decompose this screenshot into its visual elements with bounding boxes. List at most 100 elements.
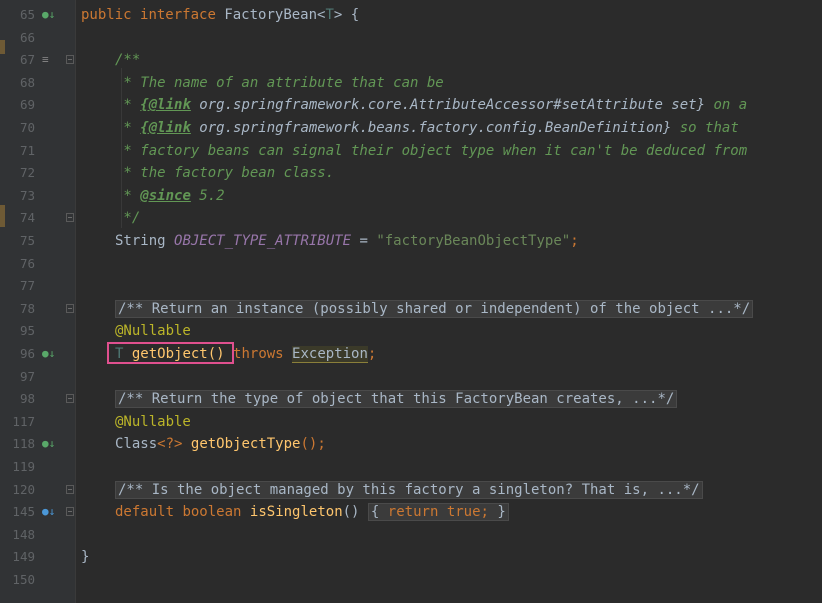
doc-comment: on a — [705, 97, 748, 114]
exception-type: Exception — [292, 346, 368, 363]
string-literal: "factoryBeanObjectType" — [376, 233, 571, 249]
interface-name: FactoryBean — [224, 7, 318, 23]
code-line: 68 * The name of an attribute that can b… — [0, 72, 822, 95]
code-line: 71 * factory beans can signal their obje… — [0, 140, 822, 163]
implemented-by-icon[interactable]: ●↓ — [42, 4, 55, 27]
code-line: 117 @Nullable — [0, 411, 822, 434]
line-number: 98 — [19, 391, 35, 407]
parens: (); — [300, 436, 326, 453]
keyword: public — [81, 7, 132, 23]
doc-comment: * factory beans can signal their object … — [115, 142, 748, 159]
folded-doc-comment[interactable]: /** Is the object managed by this factor… — [115, 480, 703, 499]
keyword: default — [115, 504, 175, 521]
overridden-by-icon[interactable]: ●↓ — [42, 501, 55, 524]
code-line: 67 ≡ /** — [0, 49, 822, 72]
line-number: 95 — [19, 323, 35, 339]
doc-star: * — [115, 97, 141, 114]
line-number: 68 — [19, 74, 35, 90]
highlight-box — [107, 342, 234, 364]
doc-comment: /** — [115, 52, 141, 69]
fold-toggle-icon[interactable] — [66, 394, 74, 404]
annotation: @Nullable — [115, 323, 191, 340]
generic: <?> — [157, 436, 183, 453]
code-line: 65 ●↓ public interface FactoryBean<T> { — [0, 4, 822, 27]
folded-doc-comment[interactable]: /** Return the type of object that this … — [115, 390, 678, 409]
code-line: 66 — [0, 27, 822, 50]
doc-comment: */ — [115, 210, 141, 227]
code-line: 75 String OBJECT_TYPE_ATTRIBUTE = "facto… — [0, 230, 822, 253]
doc-tag: {@link — [140, 97, 191, 114]
code-line: 118 ●↓ Class<?> getObjectType(); — [0, 433, 822, 456]
line-number: 74 — [19, 210, 35, 226]
doc-tag: {@link — [140, 120, 191, 136]
line-number: 69 — [19, 97, 35, 113]
code-line: 98 /** Return the type of object that th… — [0, 388, 822, 411]
semicolon: ; — [570, 233, 579, 249]
line-number: 120 — [12, 481, 35, 497]
line-number: 76 — [19, 255, 35, 271]
annotation: @Nullable — [115, 413, 191, 430]
code-line: 95 @Nullable — [0, 320, 822, 343]
line-number: 75 — [19, 233, 35, 248]
code-line: 97 — [0, 366, 822, 389]
code-line: 70 * {@link org.springframework.beans.fa… — [0, 117, 822, 140]
doc-star: * — [115, 187, 141, 204]
doc-tag: @since — [140, 187, 191, 204]
code-line: 120 /** Is the object managed by this fa… — [0, 479, 822, 502]
doc-comment: * the factory bean class. — [115, 165, 335, 182]
fold-toggle-icon[interactable] — [66, 507, 74, 517]
type-name: Class — [115, 436, 158, 453]
line-number: 70 — [19, 120, 35, 135]
code-line: 77 — [0, 275, 822, 298]
keyword: throws — [233, 346, 284, 362]
type-param: T — [325, 7, 334, 23]
code-line: 150 — [0, 569, 822, 592]
code-line: 145 ●↓ default boolean isSingleton() { r… — [0, 501, 822, 524]
folded-method-body[interactable]: { return true; } — [367, 503, 509, 522]
implemented-by-icon[interactable]: ●↓ — [42, 433, 55, 456]
method-name: getObjectType — [190, 436, 301, 453]
code-line: 73 * @since 5.2 — [0, 185, 822, 208]
line-number: 67 — [19, 52, 35, 68]
code-editor[interactable]: 65 ●↓ public interface FactoryBean<T> { … — [0, 0, 822, 603]
render-doc-icon[interactable]: ≡ — [42, 49, 49, 72]
line-number: 145 — [12, 504, 35, 520]
keyword: interface — [140, 7, 216, 23]
doc-comment: * The name of an attribute that can be — [115, 74, 444, 91]
code-line: 149 } — [0, 546, 822, 569]
semicolon: ; — [480, 504, 489, 521]
type-name: String — [115, 233, 166, 249]
line-number: 118 — [12, 436, 35, 452]
doc-star: * — [115, 120, 141, 136]
keyword: return — [387, 504, 439, 521]
line-number: 148 — [12, 526, 35, 542]
keyword: true — [446, 504, 481, 521]
doc-comment: so that — [671, 120, 739, 136]
brace: { — [342, 7, 360, 23]
fold-toggle-icon[interactable] — [66, 55, 74, 65]
code-line: 78 /** Return an instance (possibly shar… — [0, 298, 822, 321]
fold-toggle-icon[interactable] — [66, 303, 74, 313]
brace-close: } — [497, 504, 506, 521]
doc-ref[interactable]: org.springframework.beans.factory.config… — [191, 120, 671, 136]
fold-toggle-icon[interactable] — [66, 484, 74, 494]
line-number: 72 — [19, 165, 35, 181]
line-number: 150 — [12, 572, 35, 587]
fold-toggle-icon[interactable] — [66, 213, 74, 223]
code-line: 74 */ — [0, 207, 822, 230]
line-number: 97 — [19, 368, 35, 384]
doc-ref[interactable]: org.springframework.core.AttributeAccess… — [191, 97, 705, 113]
code-line: 76 — [0, 253, 822, 276]
field-name: OBJECT_TYPE_ATTRIBUTE — [174, 233, 352, 249]
doc-comment: 5.2 — [190, 187, 225, 204]
keyword: boolean — [182, 504, 242, 521]
line-number: 78 — [19, 300, 35, 316]
closing-brace: } — [81, 549, 90, 566]
method-name: isSingleton — [249, 504, 343, 521]
implemented-by-icon[interactable]: ●↓ — [42, 343, 55, 366]
code-line: 72 * the factory bean class. — [0, 162, 822, 185]
brace-open: { — [370, 504, 380, 521]
folded-doc-comment[interactable]: /** Return an instance (possibly shared … — [115, 299, 754, 318]
code-line: 148 — [0, 524, 822, 547]
line-number: 65 — [19, 7, 35, 22]
